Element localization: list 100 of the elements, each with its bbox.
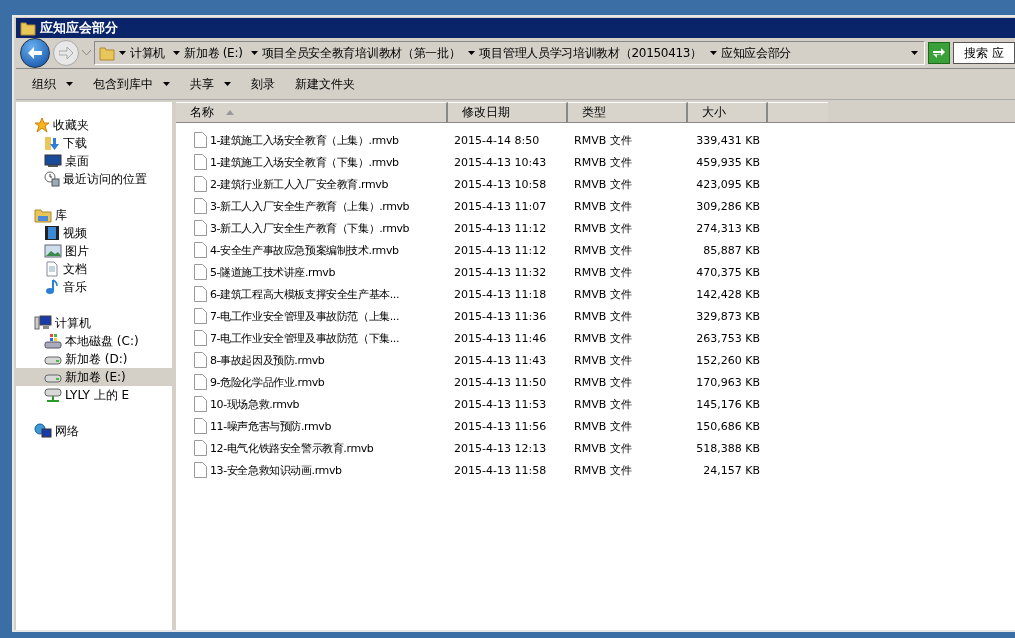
toolbar-button[interactable]: 组织 (22, 72, 83, 96)
modified-date: 2015-4-14 8:50 (454, 133, 540, 147)
modified-date: 2015-4-13 11:07 (454, 199, 547, 213)
breadcrumb-arrow-icon[interactable] (173, 51, 181, 55)
breadcrumb-item[interactable]: 新加卷 (E:) (184, 44, 243, 62)
dropdown-arrow-icon[interactable] (224, 82, 231, 86)
sort-ascending-icon (226, 110, 234, 115)
file-type: RMVB 文件 (574, 176, 632, 192)
nav-item[interactable]: 视频 (16, 224, 172, 242)
column-header[interactable]: 大小 (688, 102, 768, 122)
file-type: RMVB 文件 (574, 396, 632, 412)
nav-item[interactable]: LYLY 上的 E (16, 386, 172, 404)
file-name[interactable]: 2-建筑行业新工人入厂安全教育.rmvb (210, 176, 388, 192)
nav-group[interactable]: 网络 (16, 422, 172, 440)
address-dropdown-icon[interactable] (911, 51, 918, 55)
file-name[interactable]: 10-现场急救.rmvb (210, 396, 300, 412)
nav-item[interactable]: 音乐 (16, 278, 172, 296)
toolbar-button[interactable]: 共享 (180, 72, 241, 96)
search-field[interactable]: 搜索 应 (953, 42, 1015, 64)
nav-item[interactable]: 最近访问的位置 (16, 170, 172, 188)
clock-computer-icon (44, 171, 60, 187)
file-icon (194, 330, 207, 346)
modified-date: 2015-4-13 11:43 (454, 353, 547, 367)
breadcrumb-arrow-icon[interactable] (119, 51, 126, 55)
file-size: 470,375 KB (696, 265, 760, 279)
refresh-button[interactable] (928, 42, 950, 64)
nav-item[interactable]: 新加卷 (E:) (16, 368, 172, 386)
column-header[interactable]: 修改日期 (448, 102, 568, 122)
file-size: 423,095 KB (696, 177, 760, 191)
nav-item[interactable]: 本地磁盘 (C:) (16, 332, 172, 350)
folder-icon (99, 45, 115, 61)
breadcrumb-item[interactable]: 应知应会部分 (720, 44, 792, 62)
monitor-icon (44, 153, 62, 169)
modified-date: 2015-4-13 11:32 (454, 265, 547, 279)
window-title: 应知应会部分 (40, 19, 118, 37)
file-size: 329,873 KB (696, 309, 760, 323)
file-icon (194, 352, 207, 368)
breadcrumb-item[interactable]: 项目全员安全教育培训教材（第一批） (261, 44, 461, 62)
back-button[interactable] (20, 38, 50, 68)
file-size: 170,963 KB (696, 375, 760, 389)
modified-date: 2015-4-13 12:13 (454, 441, 547, 455)
file-name[interactable]: 9-危险化学品作业.rmvb (210, 374, 325, 390)
star-icon (34, 117, 50, 133)
file-icon (194, 132, 207, 148)
file-size: 150,686 KB (696, 419, 760, 433)
file-type: RMVB 文件 (574, 374, 632, 390)
file-icon (194, 308, 207, 324)
file-size: 309,286 KB (696, 199, 760, 213)
dropdown-arrow-icon[interactable] (163, 82, 170, 86)
modified-date: 2015-4-13 11:36 (454, 309, 547, 323)
file-type: RMVB 文件 (574, 242, 632, 258)
file-icon (194, 176, 207, 192)
nav-item[interactable]: 新加卷 (D:) (16, 350, 172, 368)
file-name[interactable]: 13-安全急救知识动画.rmvb (210, 462, 342, 478)
breadcrumb-arrow-icon[interactable] (709, 51, 717, 55)
toolbar-button[interactable]: 包含到库中 (83, 72, 180, 96)
file-name[interactable]: 6-建筑工程高大模板支撑安全生产基本... (210, 286, 400, 302)
nav-group[interactable]: 计算机 (16, 314, 172, 332)
file-type: RMVB 文件 (574, 440, 632, 456)
breadcrumb-arrow-icon[interactable] (468, 51, 476, 55)
file-name[interactable]: 7-电工作业安全管理及事故防范（下集... (210, 330, 400, 346)
right-arrow-icon (59, 47, 73, 59)
file-icon (194, 198, 207, 214)
nav-item[interactable]: 桌面 (16, 152, 172, 170)
file-name[interactable]: 3-新工人入厂安全生产教育（下集）.rmvb (210, 220, 410, 236)
file-name[interactable]: 4-安全生产事故应急预案编制技术.rmvb (210, 242, 399, 258)
file-name[interactable]: 7-电工作业安全管理及事故防范（上集... (210, 308, 400, 324)
file-name[interactable]: 11-噪声危害与预防.rmvb (210, 418, 331, 434)
nav-item[interactable]: 文档 (16, 260, 172, 278)
breadcrumb-arrow-icon[interactable] (250, 51, 258, 55)
toolbar-button[interactable]: 新建文件夹 (285, 72, 365, 96)
left-arrow-icon (28, 47, 42, 59)
file-name[interactable]: 8-事故起因及预防.rmvb (210, 352, 325, 368)
dropdown-arrow-icon[interactable] (66, 82, 73, 86)
breadcrumb-item[interactable]: 项目管理人员学习培训教材（20150413） (479, 44, 702, 62)
file-name[interactable]: 1-建筑施工入场安全教育（上集）.rmvb (210, 132, 399, 148)
file-size: 142,428 KB (696, 287, 760, 301)
file-name[interactable]: 5-隧道施工技术讲座.rmvb (210, 264, 335, 280)
file-type: RMVB 文件 (574, 264, 632, 280)
file-name[interactable]: 12-电气化铁路安全警示教育.rmvb (210, 440, 374, 456)
column-header[interactable]: 名称 (176, 102, 448, 122)
nav-item[interactable]: 图片 (16, 242, 172, 260)
file-name[interactable]: 3-新工人入厂安全生产教育（上集）.rmvb (210, 198, 410, 214)
landscape-picture-icon (44, 243, 62, 259)
file-type: RMVB 文件 (574, 198, 632, 214)
nav-item[interactable]: 下载 (16, 134, 172, 152)
document-icon (44, 261, 60, 277)
modified-date: 2015-4-13 11:46 (454, 331, 547, 345)
nav-group[interactable]: 收藏夹 (16, 116, 172, 134)
modified-date: 2015-4-13 11:56 (454, 419, 547, 433)
toolbar-button[interactable]: 刻录 (241, 72, 285, 96)
file-name[interactable]: 1-建筑施工入场安全教育（下集）.rmvb (210, 154, 399, 170)
address-bar[interactable]: 计算机 新加卷 (E:) 项目全员安全教育培训教材（第一批） 项目管理人员学习培训教材（20150413） 应知应会部分 (94, 41, 925, 65)
breadcrumb-item[interactable]: 计算机 (130, 44, 166, 62)
file-type: RMVB 文件 (574, 286, 632, 302)
column-header[interactable]: 类型 (568, 102, 688, 122)
library-folder-icon (34, 207, 52, 223)
file-type: RMVB 文件 (574, 330, 632, 346)
nav-group[interactable]: 库 (16, 206, 172, 224)
modified-date: 2015-4-13 11:58 (454, 463, 547, 477)
